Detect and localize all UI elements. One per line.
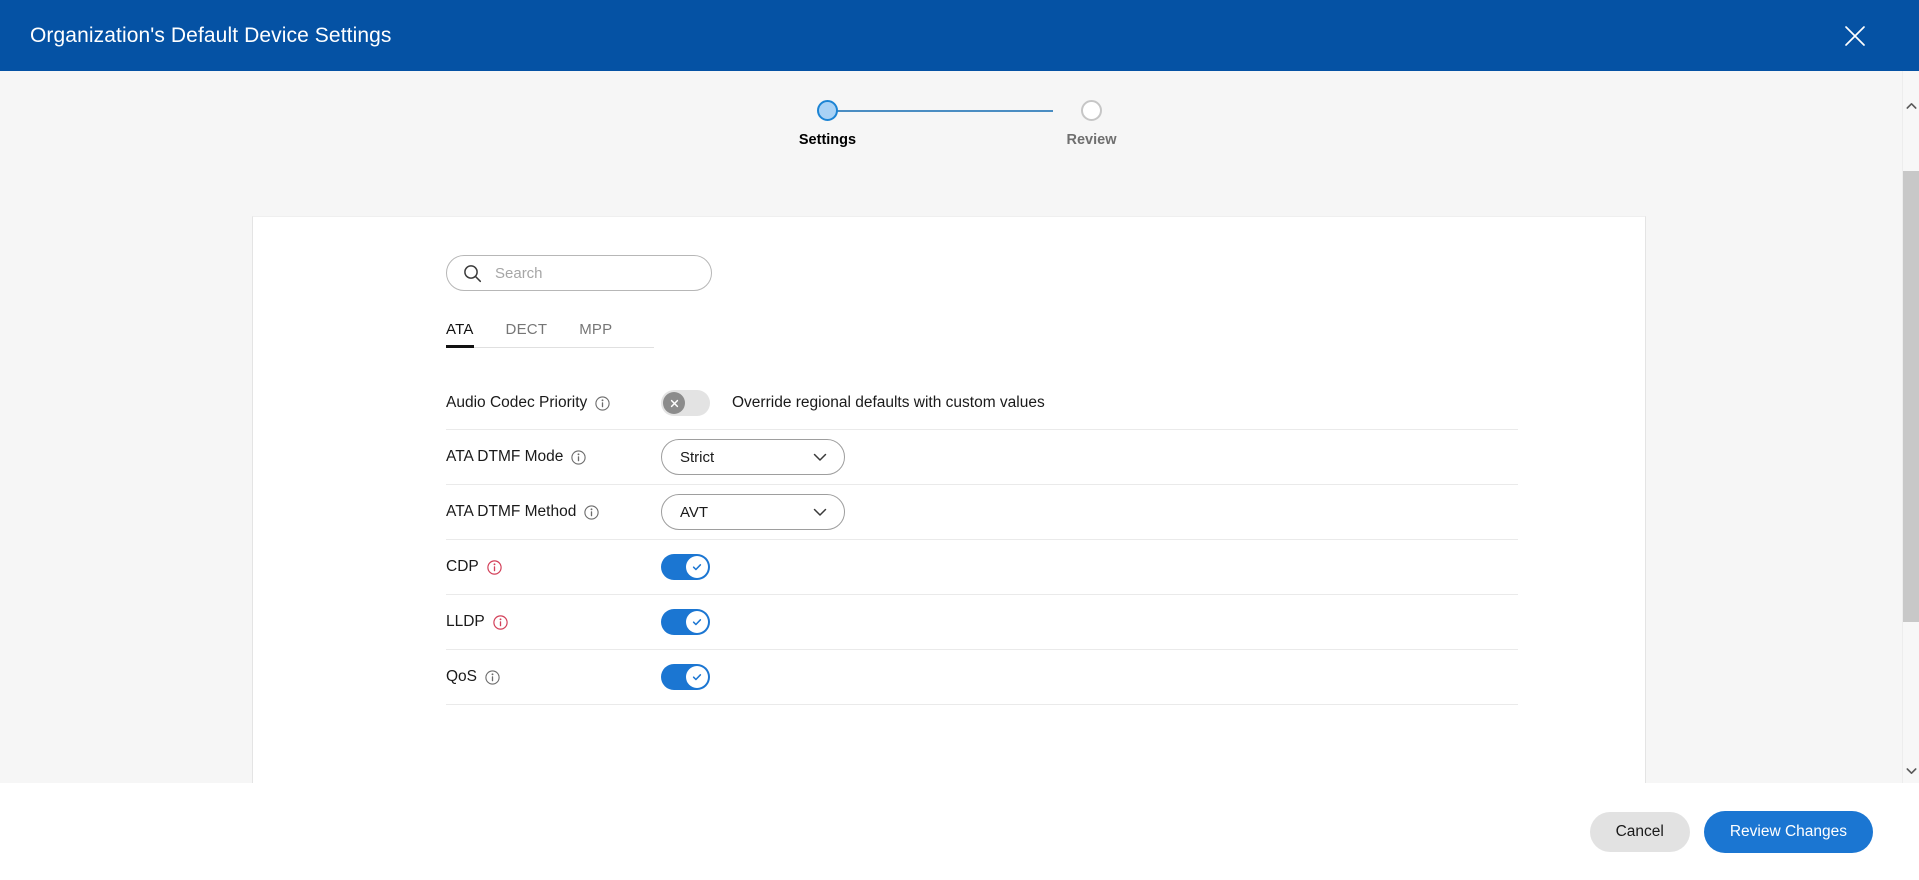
- stepper-label-settings: Settings: [798, 132, 857, 148]
- setting-label: LLDP: [446, 613, 485, 630]
- page-title: Organization's Default Device Settings: [30, 23, 392, 47]
- search-input[interactable]: [493, 263, 697, 283]
- chevron-up-icon: [1906, 102, 1916, 109]
- toggle-qos[interactable]: [661, 664, 710, 690]
- setting-label: ATA DTMF Method: [446, 503, 577, 520]
- chevron-down-icon: [1906, 767, 1916, 774]
- info-icon[interactable]: [584, 504, 599, 520]
- setting-label: CDP: [446, 558, 479, 575]
- tab-dect[interactable]: DECT: [506, 321, 548, 347]
- stepper-step-review[interactable]: Review: [1032, 100, 1152, 148]
- settings-rows: Audio Codec Priority Override regional d…: [446, 377, 1518, 705]
- info-icon[interactable]: [595, 395, 610, 411]
- modal-header: Organization's Default Device Settings: [0, 0, 1919, 71]
- check-icon: [692, 674, 702, 681]
- info-icon[interactable]: [487, 559, 502, 575]
- check-icon: [692, 619, 702, 626]
- stepper-step-settings[interactable]: Settings: [768, 100, 888, 148]
- setting-control: AVT: [661, 494, 845, 530]
- setting-description: Override regional defaults with custom v…: [732, 394, 1045, 411]
- setting-label: Audio Codec Priority: [446, 394, 588, 411]
- review-changes-button[interactable]: Review Changes: [1703, 810, 1873, 853]
- setting-label-container: Audio Codec Priority: [446, 394, 661, 412]
- setting-row-audio-codec-priority: Audio Codec Priority Override regional d…: [446, 377, 1518, 430]
- select-ata-dtmf-method[interactable]: AVT: [661, 494, 845, 530]
- info-icon[interactable]: [571, 449, 587, 465]
- setting-control: [661, 664, 710, 690]
- toggle-knob: [686, 666, 708, 688]
- close-icon: [1845, 25, 1865, 46]
- scrollbar-up-button[interactable]: [1903, 97, 1919, 114]
- toggle-knob: [686, 556, 708, 578]
- setting-label-container: ATA DTMF Mode: [446, 448, 661, 466]
- setting-row-lldp: LLDP: [446, 595, 1518, 650]
- scrollbar-thumb[interactable]: [1903, 171, 1919, 622]
- setting-control: [661, 554, 710, 580]
- setting-control: [661, 609, 710, 635]
- stepper-label-review: Review: [1066, 132, 1117, 148]
- toggle-knob: [663, 392, 685, 414]
- tab-mpp[interactable]: MPP: [579, 321, 612, 347]
- select-ata-dtmf-mode[interactable]: Strict: [661, 439, 845, 475]
- setting-control: Override regional defaults with custom v…: [661, 390, 1045, 416]
- search-icon: [464, 264, 482, 282]
- modal-footer: Cancel Review Changes: [0, 783, 1919, 880]
- chevron-down-icon: [813, 453, 827, 461]
- setting-row-ata-dtmf-method: ATA DTMF Method AVT: [446, 485, 1518, 540]
- toggle-knob: [686, 611, 708, 633]
- settings-card: ATA DECT MPP Audio Codec Priority: [252, 216, 1646, 783]
- check-icon: [692, 564, 702, 571]
- setting-row-cdp: CDP: [446, 540, 1518, 595]
- modal-body: Settings Review ATA: [0, 71, 1919, 783]
- select-value: AVT: [680, 503, 709, 521]
- setting-label: ATA DTMF Mode: [446, 448, 564, 465]
- stepper-dot-settings[interactable]: [817, 100, 838, 121]
- search-container: [446, 255, 712, 291]
- setting-label-container: QoS: [446, 668, 661, 686]
- toggle-lldp[interactable]: [661, 609, 710, 635]
- setting-label: QoS: [446, 668, 478, 685]
- toggle-cdp[interactable]: [661, 554, 710, 580]
- setting-row-qos: QoS: [446, 650, 1518, 705]
- close-button[interactable]: [1835, 16, 1875, 56]
- wizard-stepper: Settings Review: [0, 100, 1919, 172]
- device-type-tabs: ATA DECT MPP: [446, 321, 654, 348]
- cancel-button[interactable]: Cancel: [1589, 811, 1690, 852]
- select-value: Strict: [680, 448, 715, 466]
- chevron-down-icon: [813, 508, 827, 516]
- info-icon[interactable]: [493, 614, 508, 630]
- vertical-scrollbar[interactable]: [1902, 71, 1919, 783]
- info-icon[interactable]: [485, 669, 500, 685]
- toggle-audio-codec-priority[interactable]: [661, 390, 710, 416]
- setting-label-container: CDP: [446, 558, 661, 576]
- tab-ata[interactable]: ATA: [446, 321, 474, 348]
- setting-label-container: LLDP: [446, 613, 661, 631]
- search-box[interactable]: [446, 255, 712, 291]
- setting-control: Strict: [661, 439, 845, 475]
- stepper-dot-review[interactable]: [1081, 100, 1102, 121]
- setting-label-container: ATA DTMF Method: [446, 503, 661, 521]
- scrollbar-down-button[interactable]: [1903, 762, 1919, 779]
- setting-row-ata-dtmf-mode: ATA DTMF Mode Strict: [446, 430, 1518, 485]
- close-icon: [670, 399, 678, 407]
